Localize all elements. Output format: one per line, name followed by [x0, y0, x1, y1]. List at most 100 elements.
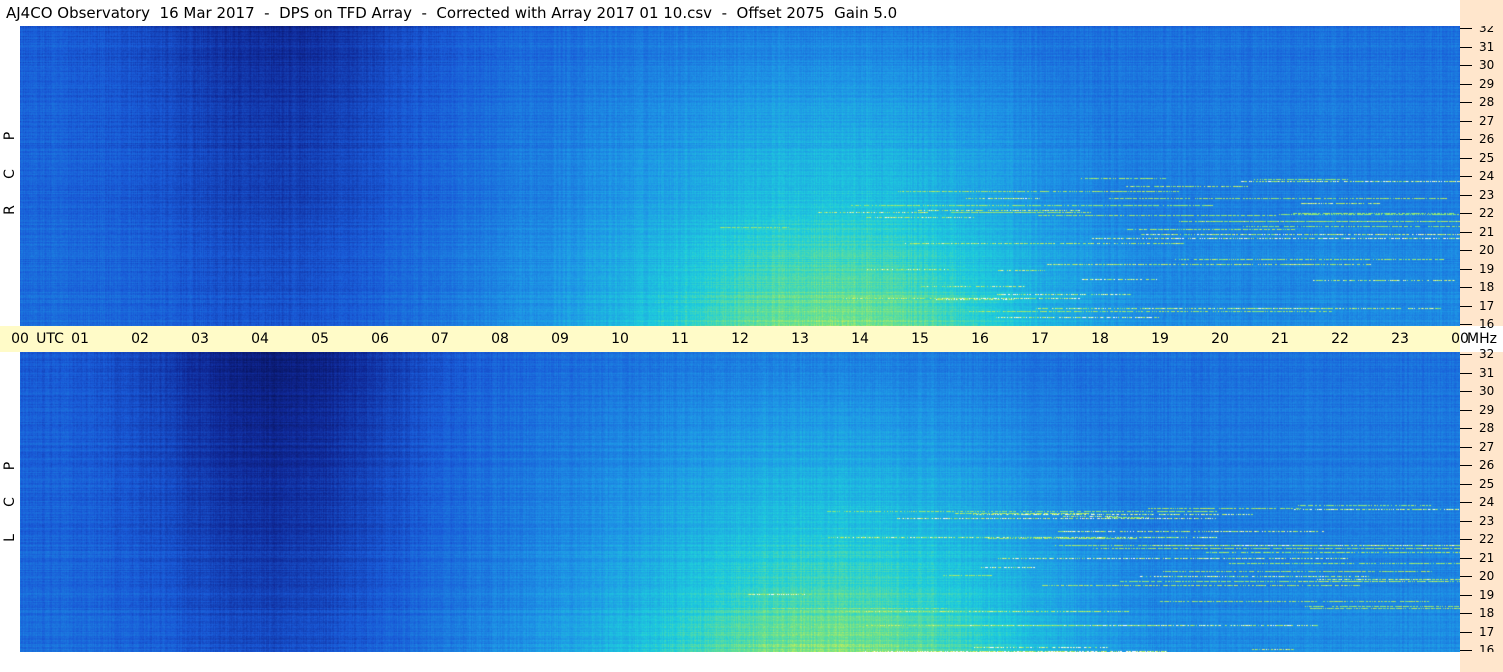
freq-tick-label: 25 [1479, 150, 1495, 165]
freq-tick-label: 17 [1479, 298, 1495, 313]
lcp-frequency-axis: 16 17 18 19 20 21 22 23 24 25 26 27 28 29 30 31 32 [1460, 347, 1503, 657]
time-tick-label: 05 [311, 331, 329, 347]
freq-tick [1460, 576, 1472, 577]
freq-tick-label: 30 [1479, 58, 1495, 72]
freq-tick-label: 22 [1479, 206, 1495, 220]
freq-tick [1460, 428, 1472, 429]
freq-tick [1460, 120, 1472, 122]
freq-tick-label: 21 [1479, 550, 1495, 565]
freq-tick [1460, 557, 1472, 559]
freq-tick-label: 16 [1479, 317, 1495, 331]
freq-tick-label: 22 [1479, 532, 1495, 546]
lcp-spectrogram-canvas [20, 352, 1460, 652]
freq-tick-label: 23 [1479, 513, 1495, 528]
freq-tick [1460, 65, 1472, 66]
rcp-frequency-axis: 16 17 18 19 20 21 22 23 24 25 26 27 28 29 30 31 32 [1460, 21, 1503, 331]
freq-tick-label: 20 [1479, 243, 1495, 257]
time-tick-label: 17 [1031, 331, 1049, 347]
lcp-side-label: P C L [0, 352, 20, 652]
time-tick-label: 20 [1211, 331, 1229, 347]
rcp-spectrogram-canvas [20, 26, 1460, 326]
utc-label: UTC [36, 331, 64, 347]
freq-tick [1460, 250, 1472, 251]
lcp-letter-p: P [2, 461, 18, 471]
freq-tick-label: 19 [1479, 587, 1495, 602]
time-tick-label: 21 [1271, 331, 1289, 347]
freq-tick [1460, 502, 1472, 503]
freq-tick [1460, 650, 1472, 651]
time-tick-label: 01 [71, 331, 89, 347]
freq-tick [1460, 213, 1472, 214]
time-tick-label: 22 [1331, 331, 1349, 347]
freq-tick [1460, 539, 1472, 540]
time-tick-label: 15 [911, 331, 929, 347]
window-title: AJ4CO Observatory 16 Mar 2017 - DPS on T… [0, 0, 1460, 26]
time-tick-label: 13 [791, 331, 809, 347]
time-tick-label: 09 [551, 331, 569, 347]
freq-tick-label: 24 [1479, 495, 1495, 509]
time-tick-label: 14 [851, 331, 869, 347]
time-tick-label: 04 [251, 331, 269, 347]
freq-tick [1460, 102, 1472, 103]
freq-tick-label: 27 [1479, 439, 1495, 454]
freq-tick-label: 29 [1479, 402, 1495, 417]
freq-tick-label: 28 [1479, 421, 1495, 435]
time-tick-label: 19 [1151, 331, 1169, 347]
time-axis: 00 01 02 03 04 05 06 07 08 09 10 11 12 13 14 15 16 17 18 19… [0, 326, 1497, 352]
lcp-letter-l: L [2, 534, 18, 542]
mhz-unit-label: MHz [1467, 331, 1497, 347]
freq-tick [1460, 409, 1472, 411]
freq-tick [1460, 391, 1472, 392]
freq-tick [1460, 324, 1472, 325]
freq-tick [1460, 287, 1472, 288]
freq-tick-label: 25 [1479, 476, 1495, 491]
freq-tick-label: 31 [1479, 365, 1495, 380]
freq-tick-label: 26 [1479, 458, 1495, 472]
freq-tick [1460, 194, 1472, 196]
freq-tick [1460, 354, 1472, 355]
time-tick-label: 10 [611, 331, 629, 347]
freq-tick-label: 23 [1479, 187, 1495, 202]
freq-tick-label: 32 [1479, 347, 1495, 361]
freq-tick-label: 30 [1479, 384, 1495, 398]
rcp-letter-r: R [2, 205, 18, 215]
time-tick-label: 11 [671, 331, 689, 347]
freq-tick-label: 28 [1479, 95, 1495, 109]
freq-tick-label: 24 [1479, 169, 1495, 183]
freq-tick-label: 26 [1479, 132, 1495, 146]
freq-tick [1460, 613, 1472, 614]
freq-tick [1460, 465, 1472, 466]
freq-tick [1460, 305, 1472, 307]
time-tick-label: 00 [11, 331, 29, 347]
time-tick-label: 18 [1091, 331, 1109, 347]
freq-tick [1460, 83, 1472, 85]
time-tick-label: 06 [371, 331, 389, 347]
rcp-letter-p: P [2, 131, 18, 141]
axis-corner [1460, 0, 1503, 26]
freq-tick-label: 18 [1479, 280, 1495, 294]
time-tick-label: 02 [131, 331, 149, 347]
axis-corner-bottom [1460, 652, 1503, 672]
time-tick-label: 23 [1391, 331, 1409, 347]
freq-tick [1460, 594, 1472, 596]
freq-tick [1460, 520, 1472, 522]
freq-tick [1460, 372, 1472, 374]
freq-tick [1460, 157, 1472, 159]
rcp-spectrogram[interactable] [20, 26, 1460, 326]
freq-tick [1460, 631, 1472, 633]
time-tick-label: 07 [431, 331, 449, 347]
freq-tick [1460, 483, 1472, 485]
time-tick-label: 03 [191, 331, 209, 347]
bottom-strip [0, 652, 1460, 672]
freq-tick-label: 19 [1479, 261, 1495, 276]
lcp-letter-c: C [2, 497, 18, 507]
time-tick-label: 12 [731, 331, 749, 347]
freq-tick-label: 18 [1479, 606, 1495, 620]
freq-tick-label: 17 [1479, 624, 1495, 639]
freq-tick [1460, 231, 1472, 233]
freq-tick [1460, 176, 1472, 177]
rcp-side-label: P C R [0, 26, 20, 326]
freq-tick-label: 27 [1479, 113, 1495, 128]
lcp-spectrogram[interactable] [20, 352, 1460, 652]
freq-tick-label: 21 [1479, 224, 1495, 239]
